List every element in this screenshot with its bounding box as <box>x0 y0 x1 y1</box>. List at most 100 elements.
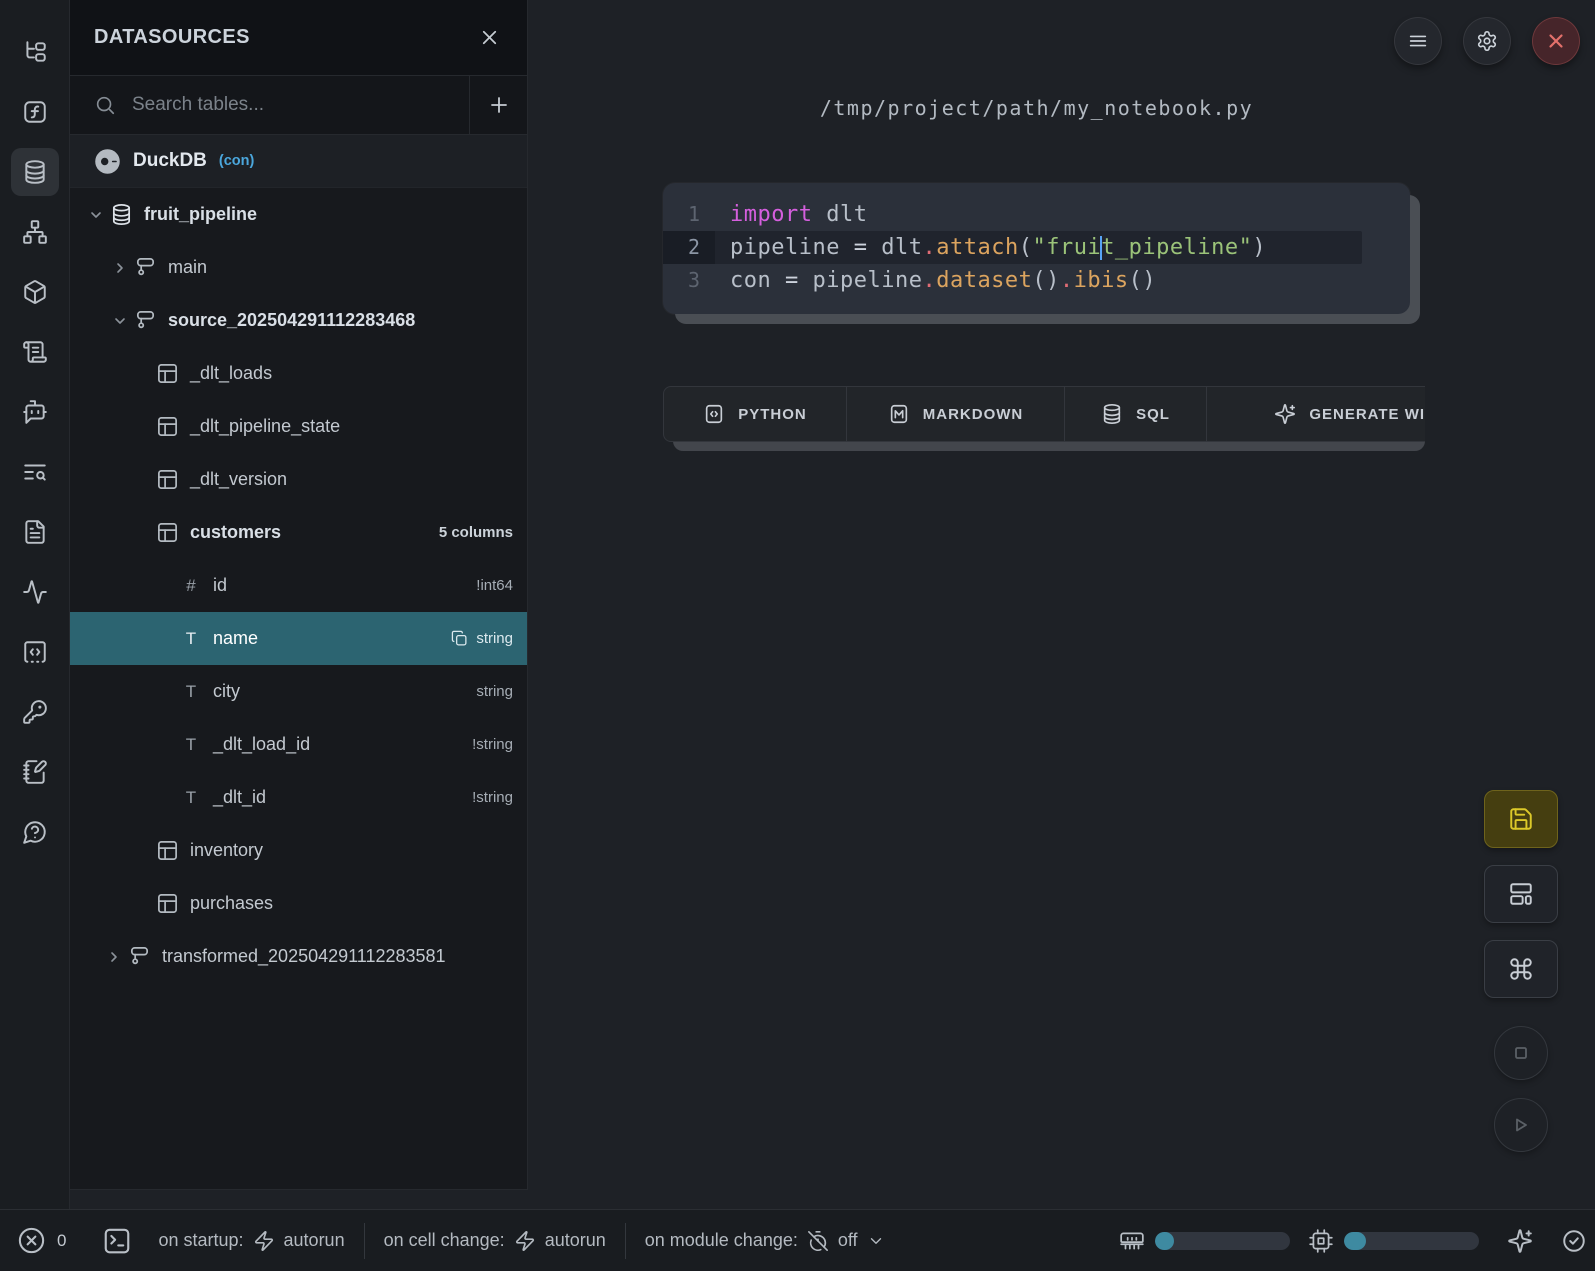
cell-action-markdown[interactable]: MARKDOWN <box>846 387 1064 441</box>
schema-icon <box>134 256 157 279</box>
panel-header: DATASOURCES <box>70 0 527 76</box>
circle-x-icon <box>16 1225 47 1256</box>
code-line-2: 2pipeline = dlt.attach("fruit_pipeline") <box>663 231 1362 264</box>
tree-row-meta: !int64 <box>476 577 513 594</box>
scroll-icon <box>22 339 48 365</box>
tree-row-inventory[interactable]: inventory <box>70 824 527 877</box>
tree-label: _dlt_version <box>190 469 287 490</box>
search-icon <box>94 94 116 116</box>
tree-row-meta-label: 5 columns <box>439 524 513 541</box>
tree-row-dlt-id[interactable]: T_dlt_id!string <box>70 771 527 824</box>
timer-off-icon <box>807 1230 829 1252</box>
tree-row-name[interactable]: Tnamestring <box>70 612 527 665</box>
rail-item-code-square[interactable] <box>11 628 59 676</box>
tree-label: transformed_202504291112283581 <box>162 946 446 967</box>
save-button[interactable] <box>1484 790 1558 848</box>
tree-row-meta: !string <box>472 736 513 753</box>
rail-item-file-text[interactable] <box>11 508 59 556</box>
tree-row-customers[interactable]: customers5 columns <box>70 506 527 559</box>
cpu-icon <box>1308 1228 1334 1254</box>
menu-button[interactable] <box>1394 17 1442 65</box>
chevron-down-icon <box>88 207 104 223</box>
table-icon <box>156 468 179 491</box>
rail-item-package[interactable] <box>11 268 59 316</box>
tree-row-dlt-load-id[interactable]: T_dlt_load_id!string <box>70 718 527 771</box>
tree-label: _dlt_load_id <box>213 734 310 755</box>
tree-row-dlt-version[interactable]: _dlt_version <box>70 453 527 506</box>
terminal-button[interactable] <box>102 1226 132 1256</box>
rail-item-activity[interactable] <box>11 568 59 616</box>
sparkles-button[interactable] <box>1507 1228 1533 1254</box>
tree-row-meta-label: string <box>476 683 513 700</box>
code-cell[interactable]: 1import dlt2pipeline = dlt.attach("fruit… <box>663 183 1410 314</box>
connection-duckdb[interactable]: DuckDB (con) <box>70 135 527 188</box>
rail-item-help-circle[interactable] <box>11 808 59 856</box>
schema-icon <box>128 945 151 968</box>
tree-row-main[interactable]: main <box>70 241 527 294</box>
stop-icon <box>1509 1041 1533 1065</box>
stop-button[interactable] <box>1494 1026 1548 1080</box>
meter-fill <box>1155 1232 1174 1250</box>
rail-item-scroll[interactable] <box>11 328 59 376</box>
cell-action-python[interactable]: PYTHON <box>664 387 846 441</box>
save-icon <box>1508 806 1534 832</box>
meter-fill <box>1344 1232 1366 1250</box>
rail-item-file-tree[interactable] <box>11 28 59 76</box>
rail-item-bot-chat[interactable] <box>11 388 59 436</box>
cell-actions-container: PYTHONMARKDOWN SQL GENERATE WITH AI <box>663 386 1425 454</box>
rail-item-text-search[interactable] <box>11 448 59 496</box>
cell-action-generate-with-ai[interactable]: GENERATE WITH AI <box>1206 387 1425 441</box>
tree-row-id[interactable]: #id!int64 <box>70 559 527 612</box>
table-icon <box>156 521 179 544</box>
error-indicator[interactable]: 0 <box>16 1225 66 1256</box>
tree-row-dlt-loads[interactable]: _dlt_loads <box>70 347 527 400</box>
tree-label: _dlt_pipeline_state <box>190 416 340 437</box>
cell-action-label: SQL <box>1136 406 1170 423</box>
cell-action-sql[interactable]: SQL <box>1064 387 1206 441</box>
rail-item-network[interactable] <box>11 208 59 256</box>
status-on-module-change[interactable]: on module change:off <box>645 1230 885 1252</box>
check-circle-icon <box>1561 1228 1587 1254</box>
close-x-button[interactable] <box>1532 17 1580 65</box>
tree-row-source-202504291112283468[interactable]: source_202504291112283468 <box>70 294 527 347</box>
check-circle-button[interactable] <box>1561 1228 1587 1254</box>
duckdb-logo <box>94 148 121 175</box>
search-row <box>70 76 527 135</box>
tree-row-dlt-pipeline-state[interactable]: _dlt_pipeline_state <box>70 400 527 453</box>
zap-icon <box>253 1230 275 1252</box>
rail-item-database[interactable] <box>11 148 59 196</box>
tree-row-meta: !string <box>472 789 513 806</box>
status-on-startup[interactable]: on startup:autorun <box>158 1230 344 1252</box>
layout-button[interactable] <box>1484 865 1558 923</box>
status-item-value: autorun <box>284 1230 345 1251</box>
panel-close-button[interactable] <box>478 26 501 49</box>
code-btn-icon <box>703 403 725 425</box>
activity-icon <box>22 579 48 605</box>
tree-label: _dlt_id <box>213 787 266 808</box>
rail-item-notebook-pen[interactable] <box>11 748 59 796</box>
tree-row-transformed-202504291112283581[interactable]: transformed_202504291112283581 <box>70 930 527 983</box>
tree-label: name <box>213 628 258 649</box>
rail-item-key[interactable] <box>11 688 59 736</box>
play-button[interactable] <box>1494 1098 1548 1152</box>
command-button[interactable] <box>1484 940 1558 998</box>
status-on-cell-change[interactable]: on cell change:autorun <box>384 1230 606 1252</box>
add-datasource-button[interactable] <box>469 76 527 135</box>
status-bar: 0 on startup:autorun on cell change:autor… <box>0 1209 1595 1271</box>
settings-button[interactable] <box>1463 17 1511 65</box>
copy-icon <box>451 630 468 647</box>
code-line-3: 3con = pipeline.dataset().ibis() <box>663 264 1410 297</box>
tree-row-meta: 5 columns <box>439 524 513 541</box>
chevron-right-icon <box>112 260 128 276</box>
terminal-icon <box>102 1226 132 1256</box>
tree-row-fruit-pipeline[interactable]: fruit_pipeline <box>70 188 527 241</box>
chevron-down-icon <box>112 313 128 329</box>
tree-row-city[interactable]: Tcitystring <box>70 665 527 718</box>
tree-row-purchases[interactable]: purchases <box>70 877 527 930</box>
database-icon <box>22 159 48 185</box>
status-item-value: autorun <box>545 1230 606 1251</box>
status-divider <box>364 1223 365 1259</box>
code-text: con = pipeline.dataset().ibis() <box>715 264 1410 297</box>
rail-item-function-square[interactable] <box>11 88 59 136</box>
search-input[interactable] <box>130 93 469 117</box>
